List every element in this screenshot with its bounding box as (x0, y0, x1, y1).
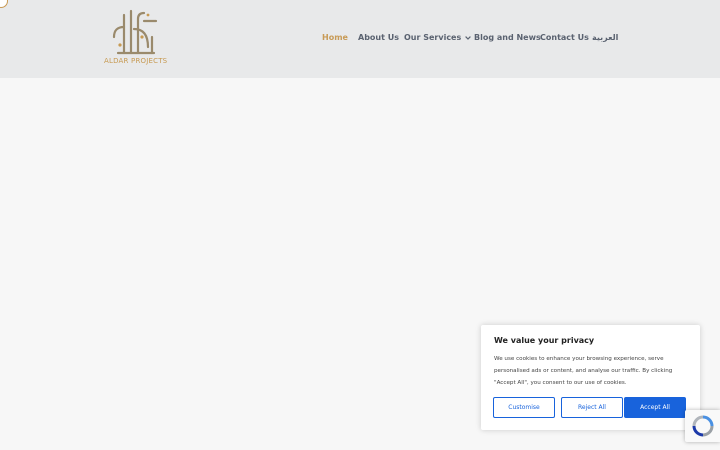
recaptcha-badge[interactable] (685, 410, 720, 442)
reject-all-button[interactable]: Reject All (561, 397, 623, 418)
cookie-description: We use cookies to enhance your browsing … (494, 356, 673, 386)
nav-about-us[interactable]: About Us (358, 33, 399, 45)
nav-arabic[interactable]: العربية (592, 33, 618, 45)
aldar-calligraphy-logo (112, 9, 158, 55)
nav-blog-and-news[interactable]: Blog and News (474, 33, 541, 45)
site-logo[interactable]: ALDAR PROJECTS (104, 7, 168, 67)
cookie-title: We value your privacy (494, 336, 595, 345)
logo-text: ALDAR PROJECTS (104, 57, 168, 65)
nav-our-services-label: Our Services (404, 33, 462, 42)
cookie-consent-banner: We value your privacy We use cookies to … (481, 325, 700, 430)
nav-our-services[interactable]: Our Services (404, 33, 472, 45)
nav-contact-us[interactable]: Contact Us (540, 33, 589, 45)
accept-all-button[interactable]: Accept All (624, 397, 686, 418)
site-header: ALDAR PROJECTS Home About Us Our Service… (0, 0, 720, 78)
corner-marker (0, 0, 8, 8)
customise-button[interactable]: Customise (493, 397, 555, 418)
recaptcha-icon (692, 415, 714, 437)
nav-home[interactable]: Home (322, 33, 348, 45)
chevron-down-icon (465, 35, 472, 40)
